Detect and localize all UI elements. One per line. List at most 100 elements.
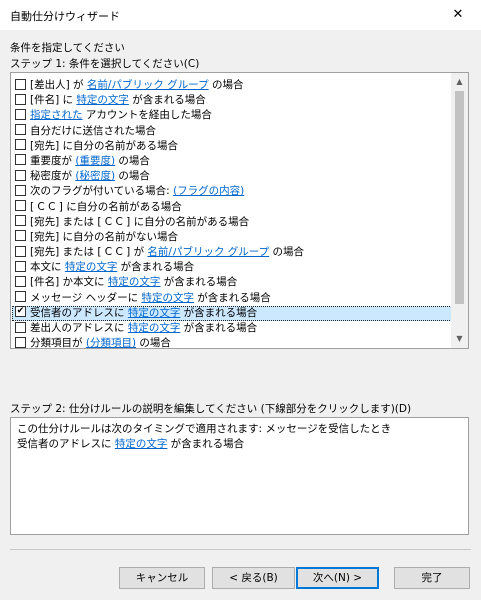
value-link[interactable]: (重要度) bbox=[75, 155, 115, 167]
condition-item[interactable]: [宛先] または [ C C ] が 名前/パブリック グループ の場合 bbox=[12, 245, 452, 260]
condition-text: 分類項目が bbox=[30, 337, 86, 349]
value-link[interactable]: (分類項目) bbox=[86, 337, 136, 348]
divider bbox=[10, 549, 471, 550]
condition-item[interactable]: [件名] に 特定の文字 が含まれる場合 bbox=[12, 93, 452, 108]
checkbox-icon[interactable] bbox=[15, 200, 26, 211]
condition-text: 次のフラグが付いている場合: bbox=[30, 185, 174, 198]
condition-item[interactable]: 次のフラグが付いている場合: (フラグの内容) bbox=[12, 184, 452, 199]
condition-item[interactable]: [宛先] に自分の名前がない場合 bbox=[12, 230, 452, 245]
condition-text: の場合 bbox=[115, 154, 150, 167]
checkbox-icon[interactable] bbox=[15, 275, 26, 287]
value-link[interactable]: (秘密度) bbox=[75, 170, 115, 182]
condition-text: が含まれる場合 bbox=[180, 322, 258, 334]
checkbox-icon[interactable] bbox=[15, 215, 26, 227]
scroll-up-icon[interactable]: ▲ bbox=[451, 74, 468, 90]
checkbox-icon[interactable] bbox=[15, 260, 26, 272]
checkbox-icon[interactable] bbox=[15, 154, 26, 166]
condition-item[interactable]: 秘密度が (秘密度) の場合 bbox=[12, 169, 452, 184]
condition-text: が含まれる場合 bbox=[128, 94, 206, 107]
condition-item[interactable]: メッセージ ヘッダーに 特定の文字 が含まれる場合 bbox=[12, 291, 452, 306]
title-bar: 自動仕分けウィザード ✕ bbox=[0, 0, 481, 30]
description-line: 受信者のアドレスに 特定の文字 が含まれる場合 bbox=[17, 437, 462, 452]
condition-item[interactable]: [差出人] が 名前/パブリック グループ の場合 bbox=[12, 78, 452, 93]
condition-text: [宛先] または [ C C ] に自分の名前がある場合 bbox=[30, 215, 250, 228]
condition-item[interactable]: [件名] か本文に 特定の文字 が含まれる場合 bbox=[12, 275, 452, 290]
checkbox-icon[interactable] bbox=[15, 245, 26, 257]
condition-item[interactable]: 差出人のアドレスに 特定の文字 が含まれる場合 bbox=[12, 321, 452, 336]
condition-text: 本文に bbox=[30, 261, 65, 274]
scroll-thumb[interactable] bbox=[455, 91, 464, 304]
condition-text: が含まれる場合 bbox=[160, 276, 238, 289]
next-button[interactable]: 次へ(N) > bbox=[296, 567, 379, 589]
condition-text: 重要度が bbox=[30, 154, 76, 167]
condition-text: [件名] か本文に bbox=[30, 276, 108, 289]
cancel-button[interactable]: キャンセル bbox=[119, 567, 205, 589]
condition-text: の場合 bbox=[115, 170, 150, 183]
condition-text: 受信者のアドレスに bbox=[17, 438, 115, 450]
value-link[interactable]: 特定の文字 bbox=[108, 276, 161, 288]
condition-text: が含まれる場合 bbox=[117, 261, 195, 274]
condition-item[interactable]: 分類項目が (分類項目) の場合 bbox=[12, 336, 452, 349]
condition-text: 秘密度が bbox=[30, 170, 76, 183]
value-link[interactable]: 名前/パブリック グループ bbox=[147, 246, 269, 258]
step2-label: ステップ 2: 仕分けルールの説明を編集してください (下線部分をクリックします… bbox=[10, 403, 412, 415]
instruction-text: 条件を指定してください bbox=[10, 42, 125, 54]
checkbox-icon[interactable] bbox=[15, 169, 26, 181]
value-link[interactable]: 特定の文字 bbox=[141, 292, 194, 304]
condition-text: の場合 bbox=[136, 337, 171, 349]
conditions-rows: [差出人] が 名前/パブリック グループ の場合 [件名] に 特定の文字 が含… bbox=[12, 78, 452, 349]
condition-text: [差出人] が bbox=[30, 79, 87, 91]
value-link[interactable]: 特定の文字 bbox=[128, 307, 181, 319]
checkbox-icon[interactable] bbox=[15, 139, 26, 151]
condition-text: [宛先] に自分の名前がない場合 bbox=[30, 230, 179, 243]
condition-text: 受信者のアドレスに bbox=[30, 306, 128, 319]
condition-item[interactable]: [宛先] に自分の名前がある場合 bbox=[12, 139, 452, 154]
conditions-list[interactable]: [差出人] が 名前/パブリック グループ の場合 [件名] に 特定の文字 が含… bbox=[10, 72, 469, 349]
value-link[interactable]: 特定の文字 bbox=[76, 94, 129, 106]
condition-text: アカウントを経由した場合 bbox=[82, 109, 212, 122]
checkbox-icon[interactable] bbox=[15, 78, 26, 90]
rule-description-box: この仕分けルールは次のタイミングで適用されます: メッセージを受信したとき 受信者… bbox=[10, 417, 469, 535]
condition-text: の場合 bbox=[269, 246, 305, 259]
condition-text: この仕分けルールは次のタイミングで適用されます: メッセージを受信したとき bbox=[17, 423, 392, 435]
condition-item[interactable]: [ C C ] に自分の名前がある場合 bbox=[12, 200, 452, 215]
condition-text: [宛先] または [ C C ] が bbox=[30, 246, 148, 259]
checkbox-icon[interactable] bbox=[15, 336, 26, 348]
value-link[interactable]: 特定の文字 bbox=[65, 261, 118, 273]
condition-item[interactable]: [宛先] または [ C C ] に自分の名前がある場合 bbox=[12, 215, 452, 230]
value-link[interactable]: 特定の文字 bbox=[128, 322, 181, 334]
value-link[interactable]: 特定の文字 bbox=[115, 438, 168, 450]
condition-text: 自分だけに送信された場合 bbox=[30, 124, 156, 137]
scroll-down-icon[interactable]: ▼ bbox=[451, 331, 468, 347]
finish-button[interactable]: 完了 bbox=[394, 567, 470, 589]
checkbox-icon[interactable] bbox=[15, 184, 26, 196]
checkbox-icon[interactable] bbox=[15, 321, 26, 333]
checkbox-icon[interactable] bbox=[15, 230, 26, 242]
value-link[interactable]: 名前/パブリック グループ bbox=[87, 79, 209, 91]
checkbox-icon[interactable] bbox=[15, 93, 26, 105]
condition-item[interactable]: ✔ 受信者のアドレスに 特定の文字 が含まれる場合 bbox=[12, 305, 452, 321]
checkbox-icon[interactable] bbox=[15, 124, 26, 136]
conditions-scrollbar[interactable]: ▲ ▼ bbox=[451, 73, 468, 348]
condition-item[interactable]: 重要度が (重要度) の場合 bbox=[12, 154, 452, 169]
step1-label: ステップ 1: 条件を選択してください(C) bbox=[10, 58, 200, 70]
value-link[interactable]: 指定された bbox=[30, 109, 83, 121]
checkbox-icon[interactable] bbox=[15, 291, 26, 303]
checkbox-icon[interactable] bbox=[15, 108, 26, 120]
condition-item[interactable]: 本文に 特定の文字 が含まれる場合 bbox=[12, 260, 452, 275]
checkbox-checked-icon[interactable]: ✔ bbox=[15, 306, 26, 318]
condition-text: 差出人のアドレスに bbox=[30, 322, 128, 334]
back-button[interactable]: < 戻る(B) bbox=[212, 567, 295, 589]
condition-text: が含まれる場合 bbox=[180, 306, 258, 319]
close-icon[interactable]: ✕ bbox=[435, 0, 481, 30]
condition-text: [ C C ] に自分の名前がある場合 bbox=[30, 200, 182, 213]
description-line: この仕分けルールは次のタイミングで適用されます: メッセージを受信したとき bbox=[17, 422, 462, 437]
value-link[interactable]: (フラグの内容) bbox=[173, 185, 244, 197]
condition-text: の場合 bbox=[208, 79, 244, 91]
condition-text: が含まれる場合 bbox=[167, 438, 245, 450]
condition-text: メッセージ ヘッダーに bbox=[30, 291, 142, 304]
condition-text: [件名] に bbox=[30, 94, 77, 107]
condition-text: [宛先] に自分の名前がある場合 bbox=[30, 139, 179, 152]
condition-item[interactable]: 自分だけに送信された場合 bbox=[12, 124, 452, 139]
condition-item[interactable]: 指定された アカウントを経由した場合 bbox=[12, 108, 452, 123]
